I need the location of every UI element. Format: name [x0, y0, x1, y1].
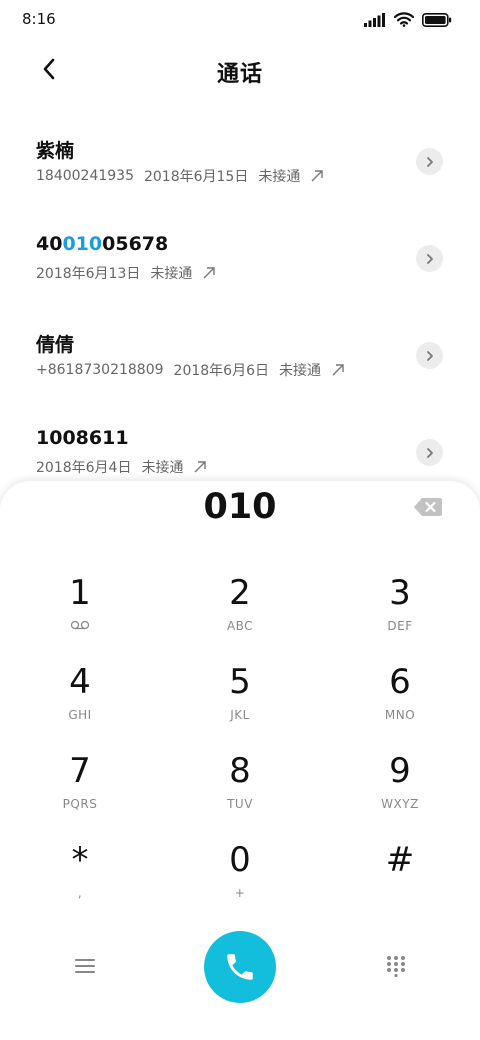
key-digit: 0 [229, 840, 251, 880]
status-icons [364, 12, 452, 27]
signal-icon [364, 12, 385, 27]
key-digit: 1 [69, 573, 91, 613]
status-time: 8:16 [22, 10, 56, 28]
contact-name: 紫楠 [36, 136, 74, 163]
outgoing-arrow-icon [332, 364, 344, 376]
chevron-right-icon [426, 156, 433, 167]
key-0[interactable]: 0 + [170, 840, 310, 920]
voicemail-icon [10, 619, 150, 633]
key-5[interactable]: 5 JKL [170, 662, 310, 742]
key-6[interactable]: 6 MNO [330, 662, 470, 742]
call-date: 2018年6月6日 [173, 363, 269, 379]
call-date: 2018年6月15日 [143, 169, 249, 185]
key-letters: TUV [227, 797, 253, 811]
call-number: 18400241935 [36, 168, 134, 184]
dialpad-icon [387, 956, 405, 977]
call-detail-button[interactable] [416, 342, 443, 369]
name-text: 05678 [102, 233, 169, 255]
key-letters: WXYZ [381, 797, 419, 811]
backspace-icon [414, 498, 442, 516]
key-letters: JKL [230, 708, 250, 722]
call-log-list: 紫楠 18400241935 2018年6月15日 未接通 4001005678… [0, 120, 480, 508]
keypad-toggle-button[interactable] [381, 951, 411, 981]
key-digit: 4 [69, 662, 91, 702]
key-star[interactable]: * , [10, 840, 150, 920]
call-date: 2018年6月13日 [36, 266, 141, 282]
name-text: 倩倩 [36, 334, 75, 356]
key-digit: 5 [229, 662, 251, 702]
chevron-right-icon [426, 253, 433, 264]
call-button[interactable] [204, 931, 276, 1003]
menu-button[interactable] [70, 951, 100, 981]
call-meta: 2018年6月4日 未接通 [36, 457, 207, 477]
key-letters: DEF [387, 619, 413, 633]
key-9[interactable]: 9 WXYZ [330, 751, 470, 831]
key-letters: + [234, 886, 246, 900]
call-detail-button[interactable] [416, 148, 443, 175]
chevron-right-icon [426, 447, 433, 458]
phone-icon [227, 954, 253, 980]
key-hash[interactable]: # [330, 840, 470, 920]
outgoing-arrow-icon [203, 267, 216, 279]
key-4[interactable]: 4 GHI [10, 662, 150, 742]
key-1[interactable]: 1 [10, 573, 150, 653]
call-status: 未接通 [150, 266, 193, 282]
name-text: 紫楠 [36, 140, 75, 162]
status-bar: 8:16 [0, 0, 480, 42]
contact-name: 4001005678 [36, 233, 168, 255]
battery-icon [422, 12, 452, 27]
key-8[interactable]: 8 TUV [170, 751, 310, 831]
key-digit: 2 [229, 573, 251, 613]
contact-name: 倩倩 [36, 330, 74, 357]
name-text: 1008611 [36, 427, 129, 449]
call-number: +8618730218809 [36, 362, 164, 378]
chevron-right-icon [426, 350, 433, 361]
key-digit: 6 [389, 662, 411, 702]
call-meta: 18400241935 2018年6月15日 未接通 [36, 166, 324, 186]
key-letters: PQRS [62, 797, 98, 811]
dialer-actions [0, 931, 480, 1003]
wifi-icon [394, 12, 414, 27]
key-digit: 3 [389, 573, 411, 613]
name-match-highlight: 010 [62, 233, 103, 255]
call-detail-button[interactable] [416, 439, 443, 466]
key-digit: * [71, 840, 89, 880]
key-digit: # [385, 840, 415, 880]
key-letters: , [77, 886, 83, 900]
key-digit: 7 [69, 751, 91, 791]
call-status: 未接通 [141, 460, 184, 476]
call-log-item[interactable]: 倩倩 +8618730218809 2018年6月6日 未接通 [0, 314, 480, 411]
call-date: 2018年6月4日 [36, 460, 132, 476]
header: 通话 [0, 44, 480, 96]
outgoing-arrow-icon [311, 170, 324, 182]
contact-name: 1008611 [36, 427, 129, 449]
key-3[interactable]: 3 DEF [330, 573, 470, 653]
call-meta: 2018年6月13日 未接通 [36, 263, 216, 283]
key-letters: MNO [384, 708, 416, 722]
call-detail-button[interactable] [416, 245, 443, 272]
outgoing-arrow-icon [194, 461, 207, 473]
key-digit: 9 [389, 751, 411, 791]
key-digit: 8 [229, 751, 251, 791]
name-text: 40 [36, 233, 63, 255]
dialed-number-display: 010 [203, 487, 277, 527]
key-7[interactable]: 7 PQRS [10, 751, 150, 831]
page-title: 通话 [216, 62, 263, 87]
call-log-item[interactable]: 紫楠 18400241935 2018年6月15日 未接通 [0, 120, 480, 217]
call-status: 未接通 [258, 169, 301, 185]
call-meta: +8618730218809 2018年6月6日 未接通 [36, 360, 345, 380]
call-status: 未接通 [278, 363, 321, 379]
key-letters: ABC [226, 619, 254, 633]
call-log-item[interactable]: 4001005678 2018年6月13日 未接通 [0, 217, 480, 314]
key-2[interactable]: 2 ABC [170, 573, 310, 653]
key-letters: GHI [68, 708, 92, 722]
dialpad-panel: 010 1 2 ABC 3 DEF 4 GHI 5 JKL 6 MNO 7 PQ… [0, 481, 480, 1040]
menu-icon [75, 959, 95, 973]
backspace-button[interactable] [413, 497, 443, 517]
